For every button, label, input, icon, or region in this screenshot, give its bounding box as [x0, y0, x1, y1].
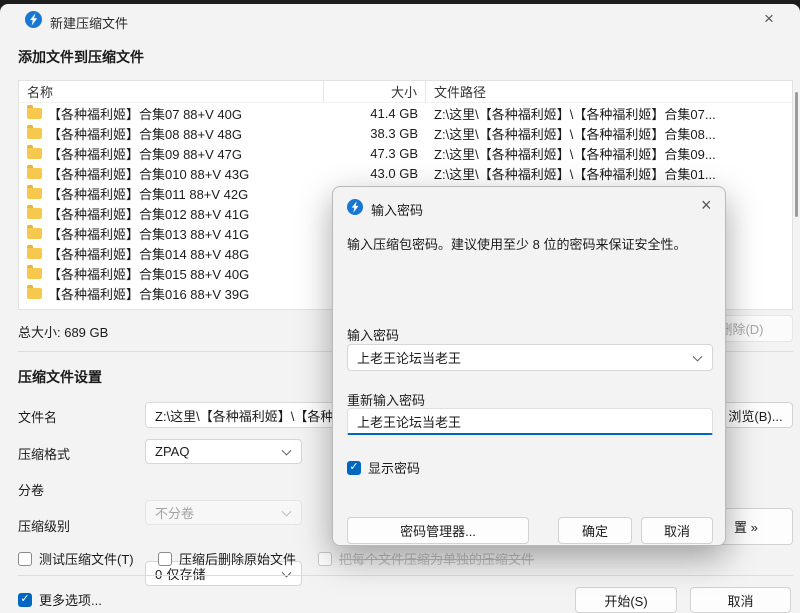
- filename-label: 文件名: [18, 407, 57, 426]
- total-size-label: 总大小: 689 GB: [18, 322, 108, 341]
- chevron-down-icon: [282, 506, 292, 516]
- column-header-name[interactable]: 名称: [19, 81, 324, 102]
- file-name: 【各种福利姬】合集010 88+V 43G: [48, 164, 249, 183]
- volume-select: 不分卷: [145, 500, 302, 525]
- file-table-header[interactable]: 名称 大小 文件路径: [19, 81, 792, 103]
- column-header-path[interactable]: 文件路径: [426, 81, 792, 102]
- checkbox-show-password[interactable]: ✓ 显示密码: [347, 458, 420, 477]
- format-value: ZPAQ: [155, 444, 189, 459]
- divider: [18, 575, 793, 576]
- dialog-close-icon[interactable]: ×: [701, 196, 712, 214]
- screen: 新建压缩文件 × 添加文件到压缩文件 名称 大小 文件路径 【各种福利姬】合集0…: [0, 0, 800, 613]
- confirm-password-input[interactable]: 上老王论坛当老王: [347, 408, 713, 435]
- table-row[interactable]: 【各种福利姬】合集07 88+V 40G 41.4 GB Z:\这里\【各种福利…: [19, 103, 792, 123]
- settings-button-label: 置 »: [734, 517, 758, 536]
- file-name: 【各种福利姬】合集08 88+V 48G: [48, 124, 242, 143]
- volume-value: 不分卷: [155, 503, 194, 522]
- file-list-scrollbar[interactable]: [795, 92, 798, 217]
- checkbox-label: 更多选项...: [39, 590, 102, 609]
- app-logo-icon: [25, 11, 42, 28]
- column-header-size[interactable]: 大小: [324, 81, 426, 102]
- format-label: 压缩格式: [18, 444, 70, 463]
- checkbox-more-options[interactable]: ✓ 更多选项...: [18, 590, 102, 609]
- password-value: 上老王论坛当老王: [357, 348, 461, 367]
- file-name: 【各种福利姬】合集011 88+V 42G: [48, 184, 248, 203]
- checkbox-compress-separately: 把每个文件压缩为单独的压缩文件: [318, 549, 534, 568]
- folder-icon: [27, 188, 42, 199]
- file-name: 【各种福利姬】合集014 88+V 48G: [48, 244, 249, 263]
- chevron-down-icon: [282, 445, 292, 455]
- table-row[interactable]: 【各种福利姬】合集09 88+V 47G 47.3 GB Z:\这里\【各种福利…: [19, 143, 792, 163]
- checkbox-label: 压缩后删除原始文件: [179, 549, 296, 568]
- folder-icon: [27, 208, 42, 219]
- file-size: 47.3 GB: [324, 146, 426, 161]
- checkbox-checked-icon[interactable]: ✓: [347, 461, 361, 475]
- folder-icon: [27, 168, 42, 179]
- browse-button[interactable]: 浏览(B)...: [718, 402, 793, 428]
- window-close-icon[interactable]: ×: [764, 10, 774, 27]
- section-add-files: 添加文件到压缩文件: [18, 47, 144, 67]
- checkbox-icon[interactable]: [18, 552, 32, 566]
- ok-button[interactable]: 确定: [558, 517, 632, 544]
- dialog-logo-icon: [347, 199, 363, 215]
- section-archive-settings: 压缩文件设置: [18, 367, 102, 387]
- checkbox-label: 测试压缩文件(T): [39, 549, 134, 568]
- dialog-title: 输入密码: [371, 200, 423, 219]
- checkbox-test-archive[interactable]: 测试压缩文件(T): [18, 549, 134, 568]
- file-size: 43.0 GB: [324, 166, 426, 181]
- checkbox-label: 显示密码: [368, 458, 420, 477]
- file-size: 38.3 GB: [324, 126, 426, 141]
- file-path: Z:\这里\【各种福利姬】\【各种福利姬】合集01...: [426, 164, 792, 183]
- folder-icon: [27, 148, 42, 159]
- folder-icon: [27, 288, 42, 299]
- folder-icon: [27, 248, 42, 259]
- confirm-password-label: 重新输入密码: [347, 390, 425, 409]
- format-select[interactable]: ZPAQ: [145, 439, 302, 464]
- file-name: 【各种福利姬】合集012 88+V 41G: [48, 204, 249, 223]
- dialog-description: 输入压缩包密码。建议使用至少 8 位的密码来保证安全性。: [347, 235, 713, 255]
- table-row[interactable]: 【各种福利姬】合集08 88+V 48G 38.3 GB Z:\这里\【各种福利…: [19, 123, 792, 143]
- start-button[interactable]: 开始(S): [575, 587, 677, 613]
- file-name: 【各种福利姬】合集09 88+V 47G: [48, 144, 242, 163]
- table-row[interactable]: 【各种福利姬】合集010 88+V 43G 43.0 GB Z:\这里\【各种福…: [19, 163, 792, 183]
- dialog-cancel-button[interactable]: 取消: [641, 517, 713, 544]
- file-name: 【各种福利姬】合集07 88+V 40G: [48, 104, 242, 123]
- file-path: Z:\这里\【各种福利姬】\【各种福利姬】合集07...: [426, 104, 792, 123]
- file-name: 【各种福利姬】合集015 88+V 40G: [48, 264, 249, 283]
- folder-icon: [27, 108, 42, 119]
- checkbox-label: 把每个文件压缩为单独的压缩文件: [339, 549, 534, 568]
- checkbox-delete-original[interactable]: 压缩后删除原始文件: [158, 549, 296, 568]
- volume-label: 分卷: [18, 480, 44, 499]
- password-combobox[interactable]: 上老王论坛当老王: [347, 344, 713, 371]
- level-label: 压缩级别: [18, 516, 70, 535]
- checkbox-icon: [318, 552, 332, 566]
- cancel-button[interactable]: 取消: [690, 587, 791, 613]
- chevron-down-icon: [693, 351, 703, 361]
- file-name: 【各种福利姬】合集013 88+V 41G: [48, 224, 249, 243]
- password-dialog: 输入密码 × 输入压缩包密码。建议使用至少 8 位的密码来保证安全性。 输入密码…: [332, 186, 726, 546]
- checkbox-icon[interactable]: [158, 552, 172, 566]
- folder-icon: [27, 228, 42, 239]
- checkbox-checked-icon[interactable]: ✓: [18, 593, 32, 607]
- file-name: 【各种福利姬】合集016 88+V 39G: [48, 284, 249, 303]
- password-label: 输入密码: [347, 325, 399, 344]
- file-path: Z:\这里\【各种福利姬】\【各种福利姬】合集09...: [426, 144, 792, 163]
- window-title: 新建压缩文件: [50, 13, 128, 32]
- file-size: 41.4 GB: [324, 106, 426, 121]
- folder-icon: [27, 128, 42, 139]
- folder-icon: [27, 268, 42, 279]
- password-manager-button[interactable]: 密码管理器...: [347, 517, 529, 544]
- file-path: Z:\这里\【各种福利姬】\【各种福利姬】合集08...: [426, 124, 792, 143]
